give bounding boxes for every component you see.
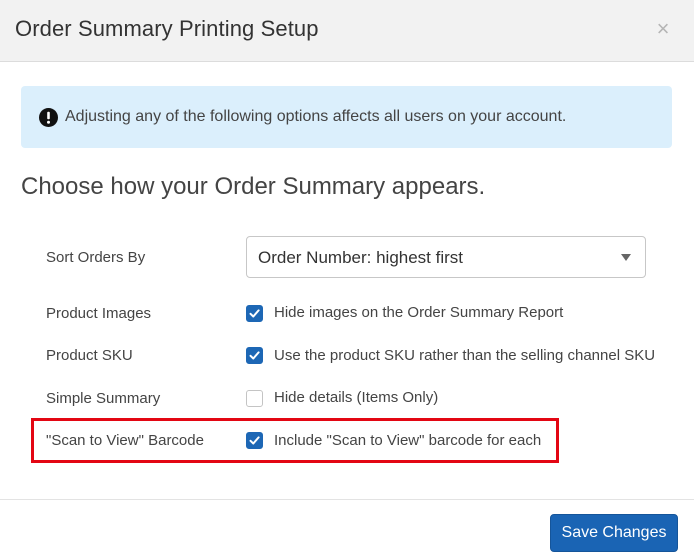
product-images-option[interactable]: Hide images on the Order Summary Report — [274, 304, 563, 321]
checkmark-icon — [249, 351, 260, 360]
product-sku-option[interactable]: Use the product SKU rather than the sell… — [274, 347, 655, 364]
close-icon[interactable]: × — [654, 17, 672, 41]
product-images-label: Product Images — [46, 305, 152, 322]
sort-orders-selected-value: Order Number: highest first — [258, 248, 464, 267]
scan-to-view-option[interactable]: Include "Scan to View" barcode for each — [274, 432, 541, 449]
simple-summary-option[interactable]: Hide details (Items Only) — [274, 389, 438, 406]
product-images-checkbox[interactable] — [246, 305, 263, 322]
checkmark-icon — [249, 309, 260, 318]
sort-orders-select[interactable]: Order Number: highest first — [246, 236, 646, 278]
modal-title: Order Summary Printing Setup — [15, 16, 319, 41]
checkmark-icon — [249, 436, 260, 445]
caret-down-icon — [621, 254, 631, 261]
scan-to-view-checkbox[interactable] — [246, 432, 263, 449]
save-changes-button[interactable]: Save Changes — [550, 514, 678, 552]
exclamation-circle-icon — [39, 108, 58, 127]
product-sku-checkbox[interactable] — [246, 347, 263, 364]
simple-summary-checkbox[interactable] — [246, 390, 263, 407]
modal-header: Order Summary Printing Setup × — [0, 0, 694, 62]
scan-to-view-label: "Scan to View" Barcode — [46, 432, 204, 449]
section-heading: Choose how your Order Summary appears. — [21, 173, 486, 200]
alert-text: Adjusting any of the following options a… — [65, 108, 567, 125]
info-alert: Adjusting any of the following options a… — [21, 86, 672, 148]
product-sku-label: Product SKU — [46, 347, 133, 364]
footer-divider — [0, 499, 694, 500]
sort-orders-label: Sort Orders By — [46, 249, 146, 266]
simple-summary-label: Simple Summary — [46, 390, 161, 407]
